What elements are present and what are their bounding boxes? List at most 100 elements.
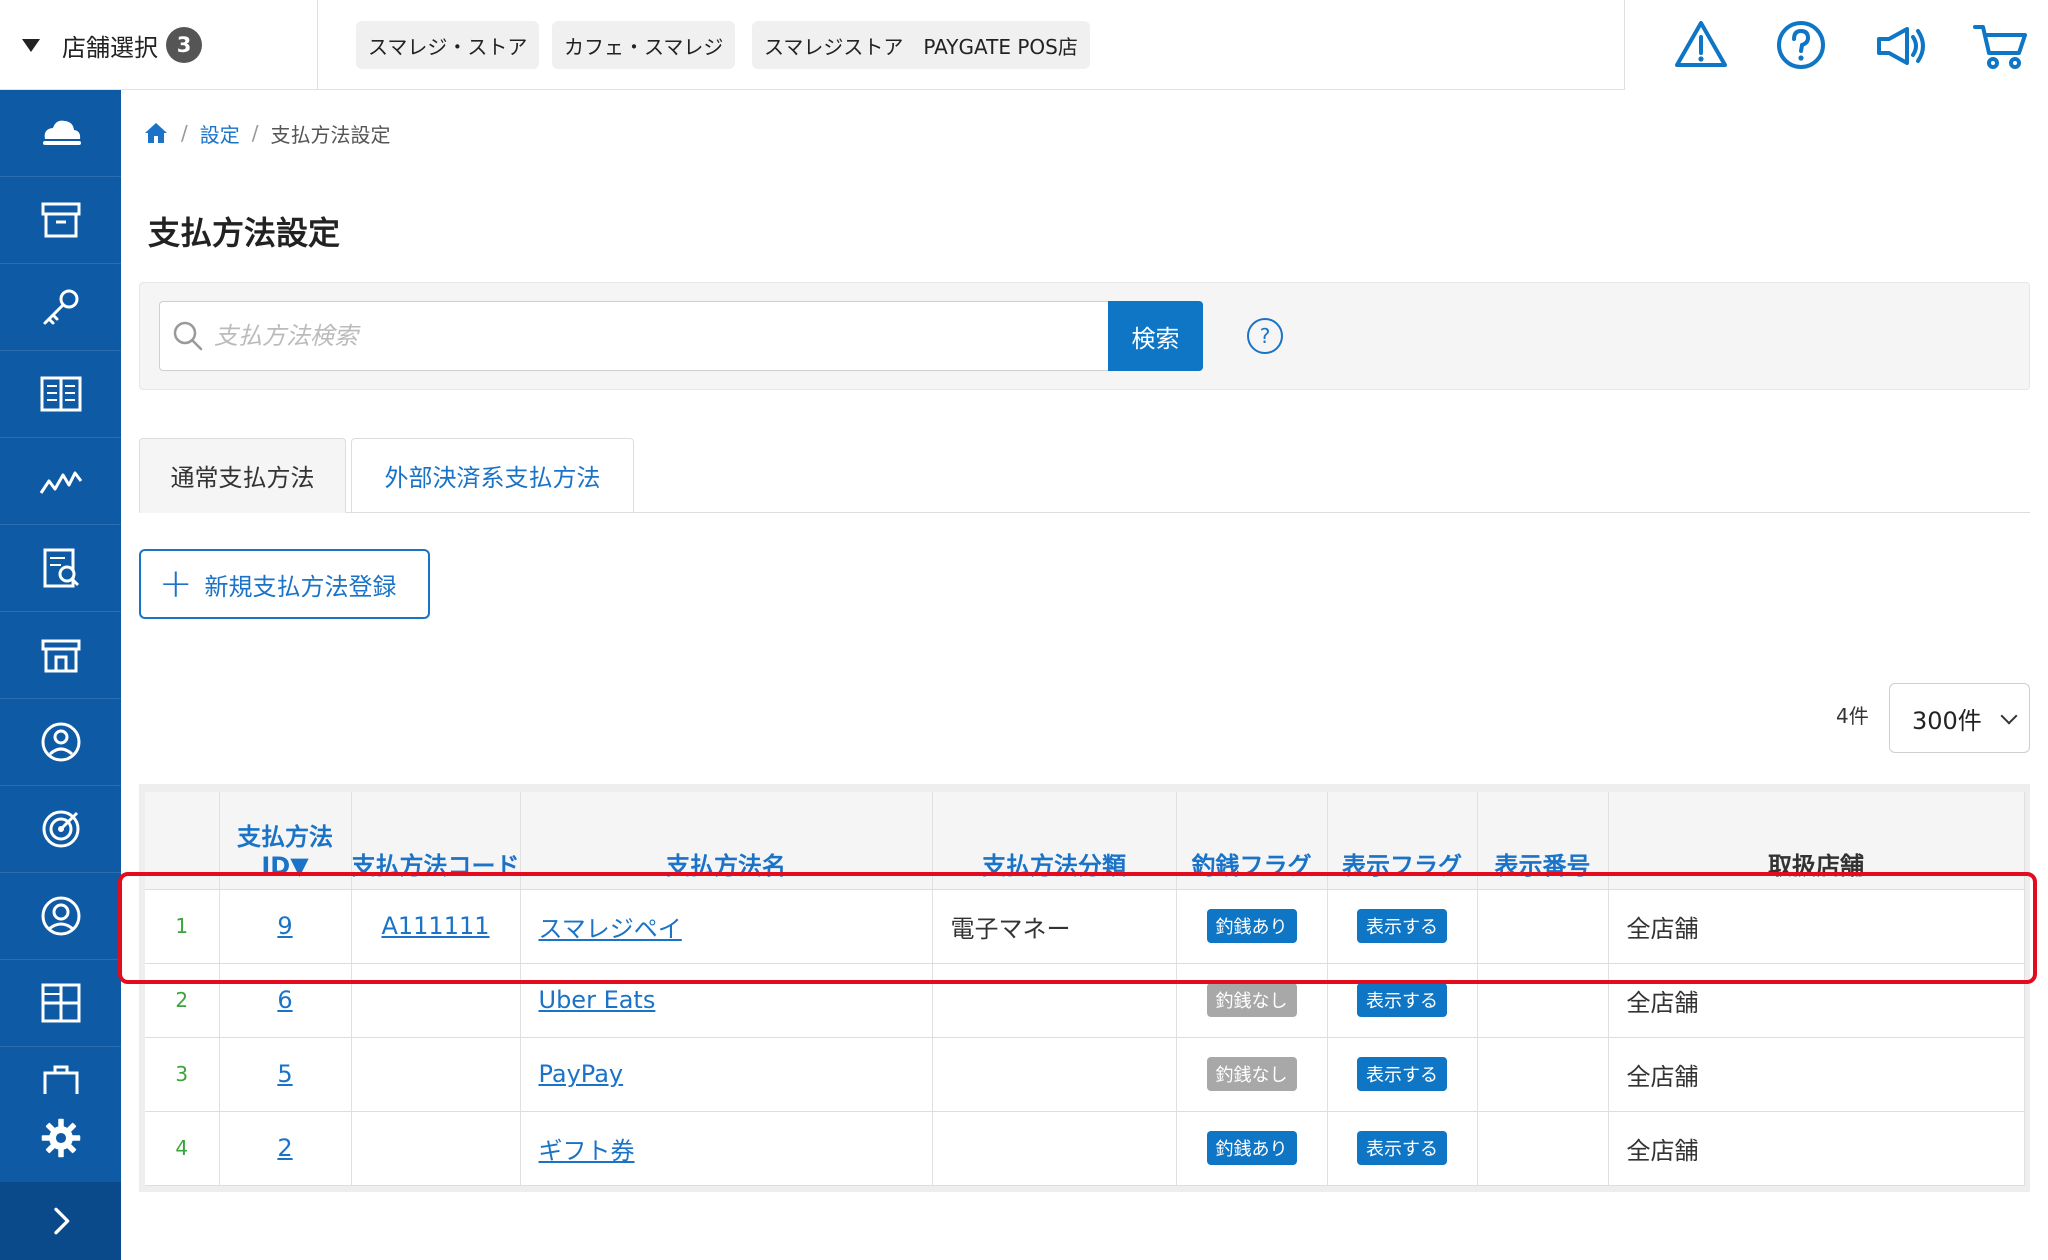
change-flag-badge: 釣銭あり xyxy=(1206,909,1297,943)
per-page-value: 300件 xyxy=(1912,706,1982,735)
payment-code xyxy=(351,1111,521,1186)
sidebar xyxy=(0,90,121,1260)
stores-cell: 全店舗 xyxy=(1608,889,2025,964)
header-code[interactable]: 支払方法コード xyxy=(351,792,521,890)
staff-icon xyxy=(41,722,80,762)
chevron-right-icon xyxy=(53,1207,69,1235)
sidebar-item-settings[interactable] xyxy=(0,1094,121,1182)
payment-methods-table-wrapper: 支払方法ID▼ 支払方法コード 支払方法名 支払方法分類 釣銭フラグ 表示フラグ… xyxy=(139,784,2030,1192)
breadcrumb-separator: / xyxy=(251,121,259,145)
stores-cell: 全店舗 xyxy=(1608,1037,2025,1112)
breadcrumb-settings-link[interactable]: 設定 xyxy=(200,119,240,148)
store-select-label: 店舗選択 xyxy=(62,33,158,62)
breadcrumb-current: 支払方法設定 xyxy=(270,122,391,147)
payment-id-link[interactable]: 9 xyxy=(277,912,292,940)
change-flag-badge: 釣銭あり xyxy=(1206,1131,1297,1165)
display-flag-badge: 表示する xyxy=(1357,983,1447,1017)
store-count-badge: 3 xyxy=(166,27,202,63)
search-button[interactable]: 検索 xyxy=(1108,301,1203,371)
sidebar-item-archive[interactable] xyxy=(0,177,121,264)
table-row: 4 2 ギフト券 釣銭あり 表示する 全店舗 xyxy=(145,1111,2025,1186)
top-bar: 店舗選択 3 スマレジ・ストア カフェ・スマレジ スマレジストア PAYGATE… xyxy=(0,0,2048,90)
payment-name-link[interactable]: スマレジペイ xyxy=(539,915,682,943)
chevron-down-icon xyxy=(2000,707,2018,725)
sidebar-expand-button[interactable] xyxy=(0,1182,121,1260)
table-row: 3 5 PayPay 釣銭なし 表示する 全店舗 xyxy=(145,1037,2025,1112)
cart-icon[interactable] xyxy=(1971,15,2031,75)
sidebar-item-target[interactable] xyxy=(0,786,121,873)
per-page-select[interactable]: 300件 xyxy=(1889,683,2030,753)
payment-category: 電子マネー xyxy=(932,889,1177,964)
sidebar-item-book[interactable] xyxy=(0,351,121,438)
store-select[interactable]: 店舗選択 3 xyxy=(0,0,318,90)
grid-icon xyxy=(41,983,80,1023)
header-display-order[interactable]: 表示番号 xyxy=(1477,792,1609,890)
store-chip-2[interactable]: カフェ・スマレジ xyxy=(552,21,736,69)
sidebar-item-analytics[interactable] xyxy=(0,438,121,525)
megaphone-icon[interactable] xyxy=(1871,15,1931,75)
result-count: 4件 xyxy=(1836,704,1869,728)
caret-down-icon xyxy=(22,38,40,52)
header-stores: 取扱店舗 xyxy=(1608,792,2025,890)
top-icon-bar xyxy=(1624,0,2048,90)
change-flag-badge: 釣銭なし xyxy=(1206,983,1297,1017)
row-number: 3 xyxy=(145,1037,220,1112)
display-order xyxy=(1477,889,1609,964)
report-search-icon xyxy=(43,548,79,588)
search-help-icon[interactable]: ? xyxy=(1247,318,1283,354)
header-no xyxy=(145,792,220,890)
table-row: 1 9 A111111 スマレジペイ 電子マネー 釣銭あり 表示する 全店舗 xyxy=(145,889,2025,964)
display-flag-badge: 表示する xyxy=(1357,1131,1447,1165)
breadcrumb-separator: / xyxy=(181,121,188,145)
new-payment-method-label: 新規支払方法登録 xyxy=(204,572,397,601)
row-number: 1 xyxy=(145,889,220,964)
payment-name-link[interactable]: Uber Eats xyxy=(539,986,656,1014)
payment-name-link[interactable]: ギフト券 xyxy=(539,1137,635,1165)
payment-code-link[interactable]: A111111 xyxy=(381,912,489,940)
payment-id-link[interactable]: 2 xyxy=(277,1134,292,1162)
warning-icon[interactable] xyxy=(1671,15,1731,75)
tab-external-payment[interactable]: 外部決済系支払方法 xyxy=(351,438,634,513)
sidebar-item-apps[interactable] xyxy=(0,960,121,1047)
payment-id-link[interactable]: 5 xyxy=(277,1060,292,1088)
sidebar-item-customer[interactable] xyxy=(0,873,121,960)
payment-category xyxy=(932,963,1177,1038)
new-payment-method-button[interactable]: + 新規支払方法登録 xyxy=(139,549,430,619)
payment-id-link[interactable]: 6 xyxy=(277,986,292,1014)
sidebar-item-cloud[interactable] xyxy=(0,90,121,177)
payment-name-link[interactable]: PayPay xyxy=(539,1060,624,1088)
header-display-flag[interactable]: 表示フラグ xyxy=(1327,792,1478,890)
sidebar-item-briefcase[interactable] xyxy=(0,1047,121,1094)
line-chart-icon xyxy=(39,471,82,494)
display-order xyxy=(1477,1111,1609,1186)
stores-cell: 全店舗 xyxy=(1608,963,2025,1038)
table-header-row: 支払方法ID▼ 支払方法コード 支払方法名 支払方法分類 釣銭フラグ 表示フラグ… xyxy=(145,792,2025,890)
breadcrumb: / 設定 / 支払方法設定 xyxy=(143,118,391,148)
home-icon[interactable] xyxy=(143,121,169,145)
archive-icon xyxy=(41,202,80,238)
sidebar-item-report[interactable] xyxy=(0,525,121,612)
header-change-flag[interactable]: 釣銭フラグ xyxy=(1176,792,1328,890)
payment-methods-table: 支払方法ID▼ 支払方法コード 支払方法名 支払方法分類 釣銭フラグ 表示フラグ… xyxy=(145,792,2025,1186)
change-flag-badge: 釣銭なし xyxy=(1206,1057,1297,1091)
payment-category xyxy=(932,1037,1177,1112)
store-chip-1[interactable]: スマレジ・ストア xyxy=(356,21,540,69)
sidebar-item-staff[interactable] xyxy=(0,699,121,786)
tab-normal-payment[interactable]: 通常支払方法 xyxy=(139,438,346,513)
header-name[interactable]: 支払方法名 xyxy=(520,792,933,890)
header-category[interactable]: 支払方法分類 xyxy=(932,792,1177,890)
header-id[interactable]: 支払方法ID▼ xyxy=(219,792,352,890)
store-chip-3[interactable]: スマレジストア PAYGATE POS店 xyxy=(752,21,1090,69)
display-order xyxy=(1477,1037,1609,1112)
briefcase-icon xyxy=(43,1065,78,1094)
sidebar-item-key[interactable] xyxy=(0,264,121,351)
search-input[interactable] xyxy=(214,322,1094,350)
display-flag-badge: 表示する xyxy=(1357,1057,1447,1091)
payment-category xyxy=(932,1111,1177,1186)
help-icon[interactable] xyxy=(1771,15,1831,75)
sidebar-item-store[interactable] xyxy=(0,612,121,699)
page-title: 支払方法設定 xyxy=(148,214,341,252)
search-panel: 検索 ? xyxy=(139,282,2030,390)
search-icon xyxy=(173,321,203,351)
display-flag-badge: 表示する xyxy=(1357,909,1447,943)
